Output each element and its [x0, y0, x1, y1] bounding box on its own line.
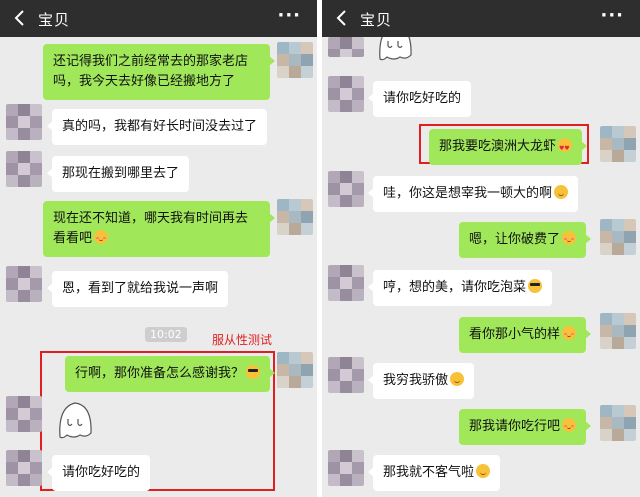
- avatar-self[interactable]: [600, 405, 636, 441]
- message-bubble-incoming[interactable]: 哇，你这是想宰我一顿大的啊: [367, 176, 579, 212]
- avatar-contact[interactable]: [6, 104, 42, 140]
- message-text: 恩，看到了就给我说一声啊: [62, 281, 219, 296]
- avatar-contact[interactable]: [328, 171, 364, 207]
- message-text: 那现在搬到哪里去了: [62, 166, 180, 181]
- blush-emoji-icon: [94, 230, 109, 244]
- annotation-label: 服从性测试: [212, 333, 273, 347]
- message-bubble-outgoing[interactable]: 那我请你吃行吧: [458, 409, 592, 445]
- message-text: 现在还不知道，哪天我有时间再去: [53, 211, 249, 226]
- avatar-contact[interactable]: [328, 76, 364, 112]
- message-bubble-incoming[interactable]: 请你吃好吃的: [46, 455, 151, 491]
- message-text: 吗，我今天去好像已经搬地方了: [53, 74, 236, 89]
- avatar-self[interactable]: [277, 42, 313, 78]
- message-bubble-incoming[interactable]: 那我就不客气啦: [367, 455, 501, 491]
- chevron-left-icon[interactable]: [334, 8, 350, 28]
- message-bubble-incoming[interactable]: 哼，想的美，请你吃泡菜: [367, 270, 553, 306]
- message-text: 行啊，那你准备怎么感谢我？: [74, 366, 244, 381]
- chat-title: 宝贝: [38, 11, 71, 29]
- message-bubble-outgoing[interactable]: 还记得我们之前经常去的那家老店 吗，我今天去好像已经搬地方了: [43, 44, 275, 100]
- message-text: 哼，想的美，请你吃泡菜: [383, 280, 527, 295]
- message-text: 哇，你这是想宰我一顿大的啊: [383, 186, 553, 201]
- grin-emoji-icon: [450, 372, 465, 386]
- more-dots-icon[interactable]: ···: [600, 5, 624, 26]
- message-timestamp: 10:02: [145, 327, 187, 342]
- sunglasses-emoji-icon: [246, 365, 260, 379]
- message-bubble-incoming[interactable]: 请你吃好吃的: [367, 81, 472, 117]
- message-text: 那我要吃澳洲大龙虾: [438, 139, 556, 154]
- more-dots-icon[interactable]: ···: [277, 5, 301, 26]
- message-bubble-incoming[interactable]: 真的吗，我都有好长时间没去过了: [46, 109, 268, 145]
- avatar-contact[interactable]: [6, 396, 42, 432]
- message-text: 还记得我们之前经常去的那家老店: [53, 54, 249, 69]
- message-text: 嗯，让你破费了: [468, 232, 560, 247]
- ghost-sticker-icon[interactable]: [372, 37, 418, 65]
- chat-screen-right: 宝贝 ··· 请你吃好吃的 那我要吃澳洲大龙虾 哇，你这是想宰我一顿大的啊: [322, 0, 640, 497]
- message-bubble-outgoing[interactable]: 嗯，让你破费了: [458, 222, 592, 258]
- blush-emoji-icon: [562, 326, 576, 340]
- message-bubble-incoming[interactable]: 那现在搬到哪里去了: [46, 156, 190, 192]
- avatar-contact[interactable]: [328, 265, 364, 301]
- smirk-emoji-icon: [554, 185, 569, 199]
- laughing-emoji-icon: [476, 464, 491, 478]
- avatar-contact[interactable]: [6, 151, 42, 187]
- avatar-self[interactable]: [277, 199, 313, 235]
- chat-title: 宝贝: [360, 11, 393, 29]
- avatar-contact[interactable]: [6, 266, 42, 302]
- avatar-contact[interactable]: [328, 450, 364, 486]
- avatar-self[interactable]: [277, 352, 313, 388]
- message-bubble-incoming[interactable]: 恩，看到了就给我说一声啊: [46, 271, 229, 307]
- message-bubble-incoming[interactable]: 我穷我骄傲: [367, 363, 475, 399]
- chat-header: 宝贝 ···: [322, 0, 640, 37]
- blush-emoji-icon: [562, 231, 576, 245]
- message-text: 请你吃好吃的: [383, 91, 462, 106]
- message-text: 看你那小气的样: [468, 327, 560, 342]
- message-text: 那我就不客气啦: [383, 465, 475, 480]
- avatar-self[interactable]: [600, 126, 636, 162]
- blush-emoji-icon: [562, 418, 576, 432]
- message-text: 看看吧: [53, 231, 93, 246]
- avatar-self[interactable]: [600, 219, 636, 255]
- avatar-contact[interactable]: [328, 357, 364, 393]
- avatar-self[interactable]: [600, 313, 636, 349]
- chat-screen-left: 宝贝 ··· 还记得我们之前经常去的那家老店 吗，我今天去好像已经搬地方了 真的…: [0, 0, 317, 497]
- message-text: 那我请你吃行吧: [468, 419, 560, 434]
- avatar-contact[interactable]: [6, 450, 42, 486]
- message-bubble-outgoing[interactable]: 行啊，那你准备怎么感谢我？: [64, 356, 276, 392]
- message-text: 请你吃好吃的: [62, 465, 141, 480]
- message-bubble-outgoing[interactable]: 看你那小气的样: [458, 317, 592, 353]
- ghost-sticker-icon[interactable]: [52, 397, 98, 443]
- message-text: 真的吗，我都有好长时间没去过了: [62, 119, 258, 134]
- sunglasses-emoji-icon: [528, 279, 543, 293]
- message-text: 我穷我骄傲: [383, 373, 449, 388]
- chevron-left-icon[interactable]: [12, 8, 28, 28]
- avatar-contact[interactable]: [328, 37, 364, 57]
- chat-header: 宝贝 ···: [0, 0, 317, 37]
- heart-eyes-emoji-icon: [558, 138, 572, 159]
- message-bubble-outgoing[interactable]: 现在还不知道，哪天我有时间再去 看看吧: [43, 201, 275, 257]
- message-bubble-outgoing[interactable]: 那我要吃澳洲大龙虾: [428, 129, 588, 165]
